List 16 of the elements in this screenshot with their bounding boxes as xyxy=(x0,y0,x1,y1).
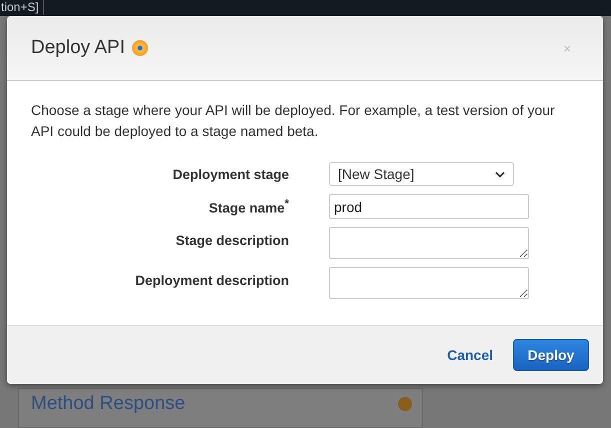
text-area[interactable] xyxy=(329,267,529,299)
cancel-link[interactable]: Cancel xyxy=(447,347,493,363)
field-label: Deployment stage xyxy=(172,166,289,182)
text-area[interactable] xyxy=(329,227,529,259)
dialog-title: Deploy API xyxy=(31,37,125,59)
deploy-button[interactable]: Deploy xyxy=(513,339,589,371)
input-field[interactable]: prod xyxy=(329,194,529,219)
intro-text: Choose a stage where your API will be deployed. For example, a test version of your API could be deployed to a stage named beta. xyxy=(31,101,556,141)
field-label: Stage description xyxy=(174,233,289,248)
field-label: Deployment description xyxy=(134,273,289,288)
stage-dropdown[interactable]: [New Stage] xyxy=(329,162,514,186)
target-icon xyxy=(131,39,149,57)
chevron-down-icon xyxy=(495,170,505,178)
status-dot-icon xyxy=(398,397,412,411)
toolbar-text: tion+S] xyxy=(0,0,44,15)
field-label: Stage name$^{*}$ xyxy=(208,198,289,216)
